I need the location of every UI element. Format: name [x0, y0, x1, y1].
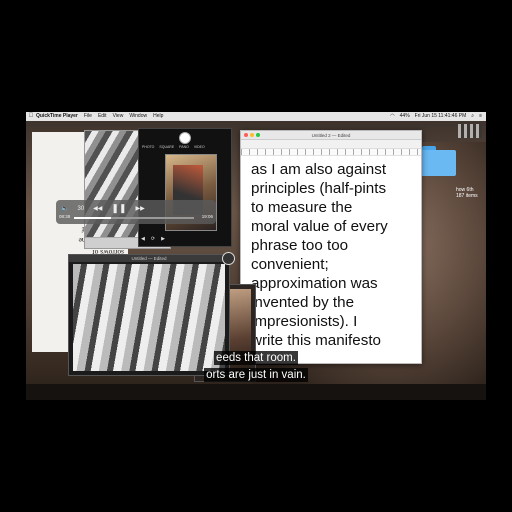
time-remaining: 19:06 — [201, 214, 213, 219]
subtitle-text: orts are just in vain. — [204, 368, 308, 382]
text-line: convenient; — [251, 256, 329, 273]
bottom-band — [26, 384, 486, 400]
text-line: principles (half-pints — [251, 180, 387, 197]
time-elapsed: 08:38 — [59, 214, 71, 219]
mode-photo[interactable]: PHOTO — [142, 145, 154, 149]
menu-file[interactable]: File — [84, 112, 92, 121]
text-line: write this manifesto — [251, 332, 381, 349]
folder-label-info: how 6th 187 items — [456, 187, 478, 199]
editor-title: Untitled 2 — Edited — [311, 132, 351, 138]
folder-item-count: 187 items — [456, 193, 478, 199]
text-line: to measure the — [251, 199, 353, 216]
text-line: as I am also against — [251, 161, 387, 178]
menu-window[interactable]: Window — [129, 112, 147, 121]
menu-view[interactable]: View — [113, 112, 124, 121]
menu-app-name[interactable]: QuickTime Player — [36, 112, 78, 121]
search-icon[interactable]: ⌕ — [471, 112, 474, 121]
wifi-icon[interactable]: ◠ — [390, 112, 394, 121]
text-editor-window[interactable]: Untitled 2 — Edited as I am also against… — [240, 130, 422, 364]
menu-bar:  QuickTime Player File Edit View Window… — [26, 112, 486, 121]
text-line: invented by the — [251, 294, 355, 311]
desktop-corner-icons — [458, 124, 482, 138]
screen-recording-frame:  QuickTime Player File Edit View Window… — [26, 112, 486, 400]
apple-menu-icon[interactable]:  — [26, 112, 36, 121]
scrubber-fill — [74, 217, 112, 219]
camera-controls: ◀ ⟳ ▶ — [141, 236, 165, 242]
text-line: impresionists). I — [251, 313, 358, 330]
prev-icon[interactable]: ◀ — [141, 236, 145, 242]
subtitle-text: eeds that room. — [214, 351, 298, 365]
menu-help[interactable]: Help — [153, 112, 163, 121]
playback-controls: 🔈 30 ◀◀ ❚❚ ▶▶ 08:38 19:06 — [56, 200, 216, 224]
editor-text-area[interactable]: as I am also against principles (half-pi… — [241, 156, 421, 350]
rewind-button[interactable]: ◀◀ — [93, 205, 102, 212]
mode-video[interactable]: VIDEO — [194, 145, 205, 149]
camera-modes: PHOTO SQUARE PANO VIDEO — [142, 145, 205, 149]
mode-pano[interactable]: PANO — [179, 145, 189, 149]
text-line: moral value of every — [251, 218, 388, 235]
forward-button[interactable]: ▶▶ — [136, 205, 145, 212]
control-center-icon[interactable]: ≡ — [479, 112, 482, 121]
format-toolbar[interactable] — [241, 140, 421, 149]
battery-percent[interactable]: 44% — [400, 112, 410, 121]
status-area: ◠ 44% Fri Jun 15 11:41:46 PM ⌕ ≡ — [390, 112, 482, 121]
text-line: phrase too too — [251, 237, 349, 254]
pause-button[interactable]: ❚❚ — [111, 203, 126, 214]
menu-edit[interactable]: Edit — [98, 112, 107, 121]
mode-square[interactable]: SQUARE — [159, 145, 174, 149]
subtitle-line-1: eeds that room. — [26, 351, 486, 365]
shutter-button[interactable] — [179, 132, 191, 144]
clock[interactable]: Fri Jun 15 11:41:46 PM — [415, 112, 467, 121]
editor-titlebar: Untitled 2 — Edited — [241, 131, 421, 140]
folder-icon[interactable] — [420, 146, 456, 176]
volume-icon[interactable]: 🔈 — [61, 205, 68, 212]
record-icon[interactable] — [222, 252, 235, 265]
video-title: Untitled — Edited — [69, 255, 229, 262]
ruler[interactable] — [241, 149, 421, 156]
text-line: approximation was — [251, 275, 378, 292]
camera-window[interactable]: PHOTO SQUARE PANO VIDEO ◀ ⟳ ▶ — [138, 128, 232, 247]
skip-back-button[interactable]: 30 — [77, 206, 84, 212]
scrubber[interactable] — [74, 217, 194, 219]
subtitle-line-2: orts are just in vain. — [26, 368, 486, 382]
next-icon[interactable]: ▶ — [161, 236, 165, 242]
rotate-icon[interactable]: ⟳ — [151, 236, 155, 242]
